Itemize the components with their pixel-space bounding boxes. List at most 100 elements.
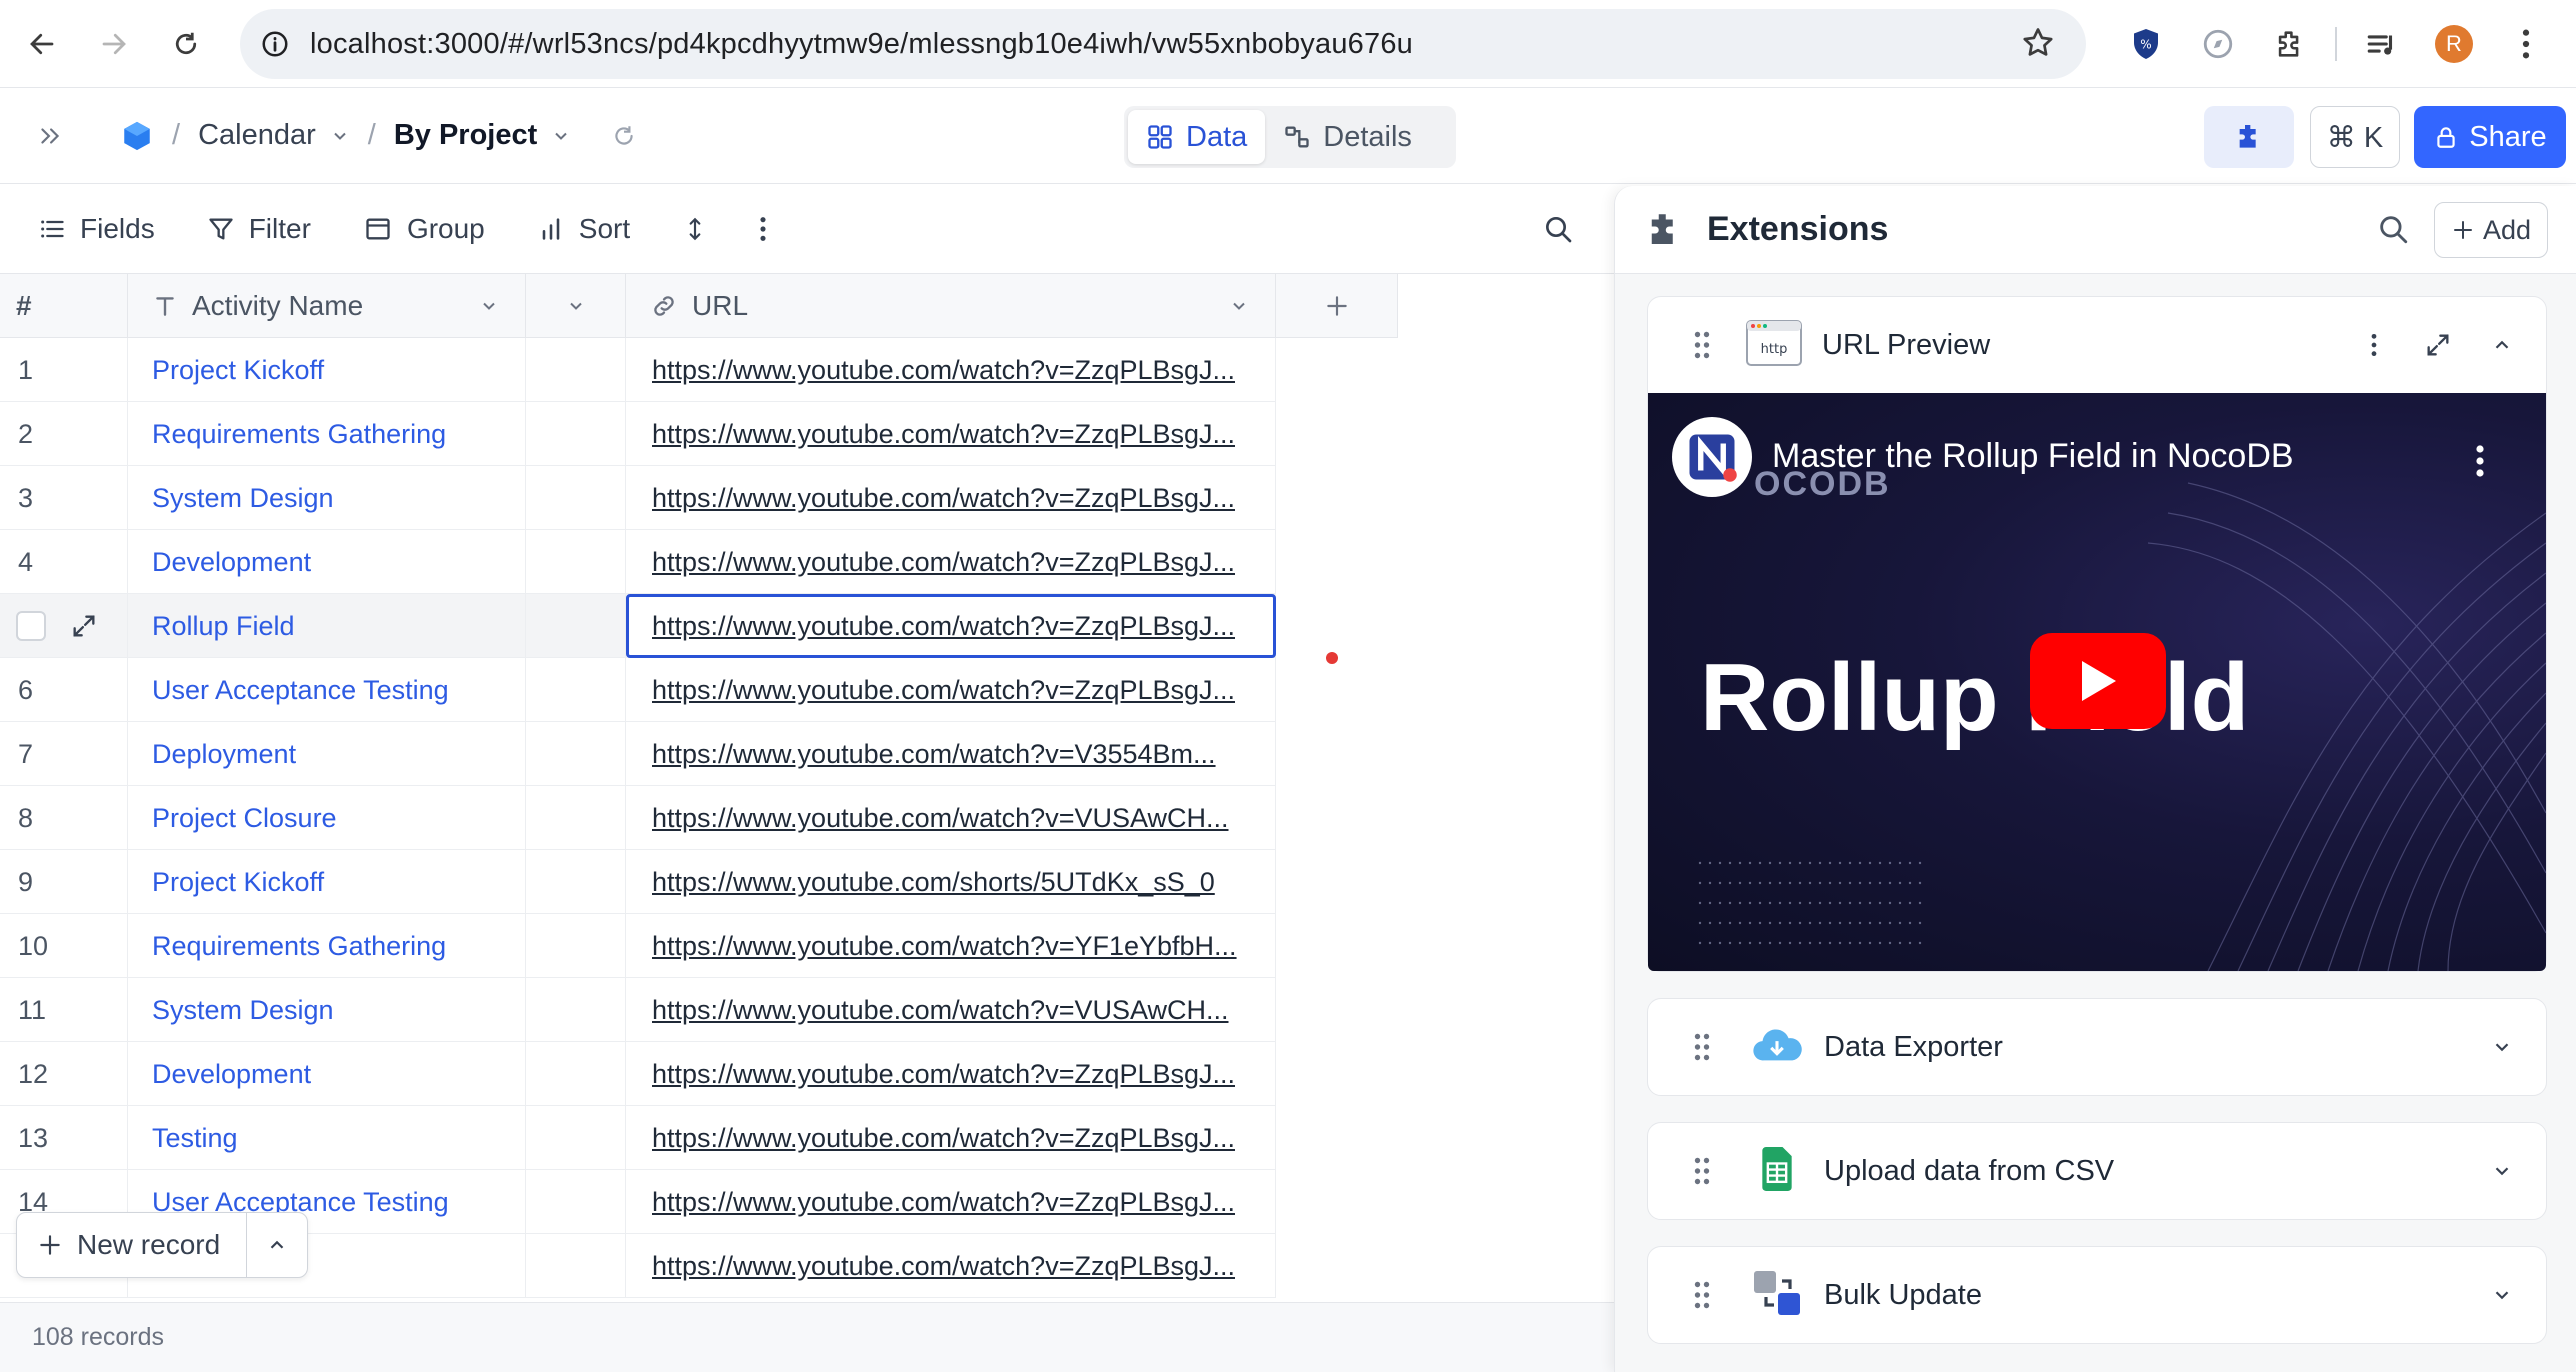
extensions-toggle-button[interactable]: [2204, 106, 2294, 168]
command-palette-button[interactable]: ⌘ K: [2310, 106, 2400, 168]
blank-cell[interactable]: [526, 466, 626, 530]
blank-cell[interactable]: [526, 1170, 626, 1234]
table-row[interactable]: 12 Development https://www.youtube.com/w…: [0, 1042, 1276, 1106]
reload-icon[interactable]: [150, 0, 222, 88]
compass-extension-icon[interactable]: [2182, 0, 2254, 88]
blank-cell[interactable]: [526, 1042, 626, 1106]
table-row[interactable]: 3 System Design https://www.youtube.com/…: [0, 466, 1276, 530]
blank-cell[interactable]: [526, 658, 626, 722]
activity-name-cell[interactable]: Requirements Gathering: [128, 914, 526, 978]
chevron-up-icon[interactable]: [247, 1234, 307, 1256]
activity-name-cell[interactable]: Testing: [128, 1106, 526, 1170]
puzzle-extensions-icon[interactable]: [2254, 0, 2326, 88]
sort-button[interactable]: Sort: [537, 184, 630, 274]
table-row-hovered[interactable]: Rollup Field https://www.youtube.com/wat…: [0, 594, 1276, 658]
forward-icon[interactable]: [78, 0, 150, 88]
url-cell[interactable]: https://www.youtube.com/watch?v=ZzqPLBsg…: [626, 402, 1276, 466]
url-cell[interactable]: https://www.youtube.com/watch?v=ZzqPLBsg…: [626, 466, 1276, 530]
new-record-button[interactable]: New record: [17, 1213, 247, 1277]
chevron-down-icon[interactable]: [2470, 1160, 2534, 1182]
blank-cell[interactable]: [526, 1106, 626, 1170]
activity-name-cell[interactable]: Project Closure: [128, 786, 526, 850]
upload-csv-card[interactable]: Upload data from CSV: [1647, 1122, 2547, 1220]
chevron-up-icon[interactable]: [2470, 334, 2534, 356]
url-cell[interactable]: https://www.youtube.com/watch?v=YF1eYbfb…: [626, 914, 1276, 978]
url-cell[interactable]: https://www.youtube.com/watch?v=ZzqPLBsg…: [626, 1170, 1276, 1234]
drag-handle-icon[interactable]: [1682, 1156, 1722, 1186]
url-text[interactable]: localhost:3000/#/wrl53ncs/pd4kpcdhyytmw9…: [310, 28, 1413, 61]
blank-cell[interactable]: [526, 850, 626, 914]
drag-handle-icon[interactable]: [1682, 1280, 1722, 1310]
url-cell[interactable]: https://www.youtube.com/watch?v=VUSAwCH.…: [626, 978, 1276, 1042]
browser-menu-icon[interactable]: [2490, 0, 2562, 88]
row-height-icon[interactable]: [682, 184, 708, 274]
chevron-down-icon[interactable]: [551, 126, 571, 146]
fullscreen-icon[interactable]: [2406, 331, 2470, 359]
filter-button[interactable]: Filter: [207, 184, 311, 274]
activity-name-cell[interactable]: User Acceptance Testing: [128, 658, 526, 722]
tab-data[interactable]: Data: [1128, 110, 1266, 164]
drag-handle-icon[interactable]: [1682, 330, 1722, 360]
url-cell[interactable]: https://www.youtube.com/watch?v=ZzqPLBsg…: [626, 530, 1276, 594]
nocodb-channel-logo[interactable]: [1672, 417, 1752, 497]
blank-cell[interactable]: [526, 338, 626, 402]
activity-name-cell[interactable]: Requirements Gathering: [128, 402, 526, 466]
url-cell[interactable]: https://www.youtube.com/watch?v=ZzqPLBsg…: [626, 1042, 1276, 1106]
kebab-menu-icon[interactable]: [2342, 332, 2406, 358]
search-icon[interactable]: [1542, 184, 1574, 274]
activity-name-cell[interactable]: Project Kickoff: [128, 850, 526, 914]
table-row[interactable]: 13 Testing https://www.youtube.com/watch…: [0, 1106, 1276, 1170]
profile-avatar[interactable]: R: [2418, 0, 2490, 88]
url-cell-selected[interactable]: https://www.youtube.com/watch?v=ZzqPLBsg…: [626, 594, 1276, 658]
group-button[interactable]: Group: [363, 184, 485, 274]
table-row[interactable]: 4 Development https://www.youtube.com/wa…: [0, 530, 1276, 594]
search-icon[interactable]: [2376, 212, 2410, 251]
chevron-down-icon[interactable]: [479, 296, 499, 316]
url-cell[interactable]: https://www.youtube.com/watch?v=ZzqPLBsg…: [626, 1234, 1276, 1298]
table-row[interactable]: 9 Project Kickoff https://www.youtube.co…: [0, 850, 1276, 914]
add-column-button[interactable]: [1276, 274, 1398, 338]
blank-cell[interactable]: [526, 402, 626, 466]
media-queue-icon[interactable]: [2346, 0, 2418, 88]
blank-cell[interactable]: [526, 1234, 626, 1298]
blank-cell[interactable]: [526, 978, 626, 1042]
drag-handle-icon[interactable]: [1682, 1032, 1722, 1062]
blank-cell[interactable]: [526, 914, 626, 978]
chevron-down-icon[interactable]: [566, 296, 586, 316]
blank-cell[interactable]: [526, 530, 626, 594]
row-checkbox[interactable]: [16, 611, 46, 641]
activity-name-cell[interactable]: Development: [128, 1042, 526, 1106]
url-cell[interactable]: https://www.youtube.com/watch?v=ZzqPLBsg…: [626, 338, 1276, 402]
table-row[interactable]: 6 User Acceptance Testing https://www.yo…: [0, 658, 1276, 722]
url-cell[interactable]: https://www.youtube.com/watch?v=ZzqPLBsg…: [626, 1106, 1276, 1170]
activity-name-cell[interactable]: Project Kickoff: [128, 338, 526, 402]
data-exporter-card[interactable]: Data Exporter: [1647, 998, 2547, 1096]
tab-details[interactable]: Details: [1265, 110, 1430, 164]
blank-cell[interactable]: [526, 722, 626, 786]
site-info-icon[interactable]: [240, 29, 310, 59]
table-row[interactable]: 10 Requirements Gathering https://www.yo…: [0, 914, 1276, 978]
back-icon[interactable]: [6, 0, 78, 88]
refresh-icon[interactable]: [611, 123, 637, 149]
blank-cell[interactable]: [526, 594, 626, 658]
chevron-down-icon[interactable]: [2470, 1284, 2534, 1306]
shield-extension-icon[interactable]: %: [2110, 0, 2182, 88]
activity-name-cell[interactable]: System Design: [128, 466, 526, 530]
activity-name-cell[interactable]: Deployment: [128, 722, 526, 786]
bulk-update-card[interactable]: Bulk Update: [1647, 1246, 2547, 1344]
fields-button[interactable]: Fields: [38, 184, 155, 274]
breadcrumb-view[interactable]: By Project: [394, 119, 537, 152]
blank-cell[interactable]: [526, 786, 626, 850]
activity-name-cell[interactable]: Development: [128, 530, 526, 594]
youtube-play-button[interactable]: [2030, 633, 2166, 729]
expand-sidebar-icon[interactable]: [30, 123, 70, 149]
address-bar[interactable]: localhost:3000/#/wrl53ncs/pd4kpcdhyytmw9…: [240, 9, 2086, 79]
more-options-icon[interactable]: [758, 184, 768, 274]
header-activity-name[interactable]: Activity Name: [128, 274, 526, 338]
url-cell[interactable]: https://www.youtube.com/watch?v=ZzqPLBsg…: [626, 658, 1276, 722]
video-embed[interactable]: OCODB Master the Rollup Field in NocoDB …: [1648, 393, 2546, 971]
chevron-down-icon[interactable]: [1229, 296, 1249, 316]
add-extension-button[interactable]: Add: [2434, 202, 2548, 258]
header-url[interactable]: URL: [626, 274, 1276, 338]
url-cell[interactable]: https://www.youtube.com/shorts/5UTdKx_sS…: [626, 850, 1276, 914]
